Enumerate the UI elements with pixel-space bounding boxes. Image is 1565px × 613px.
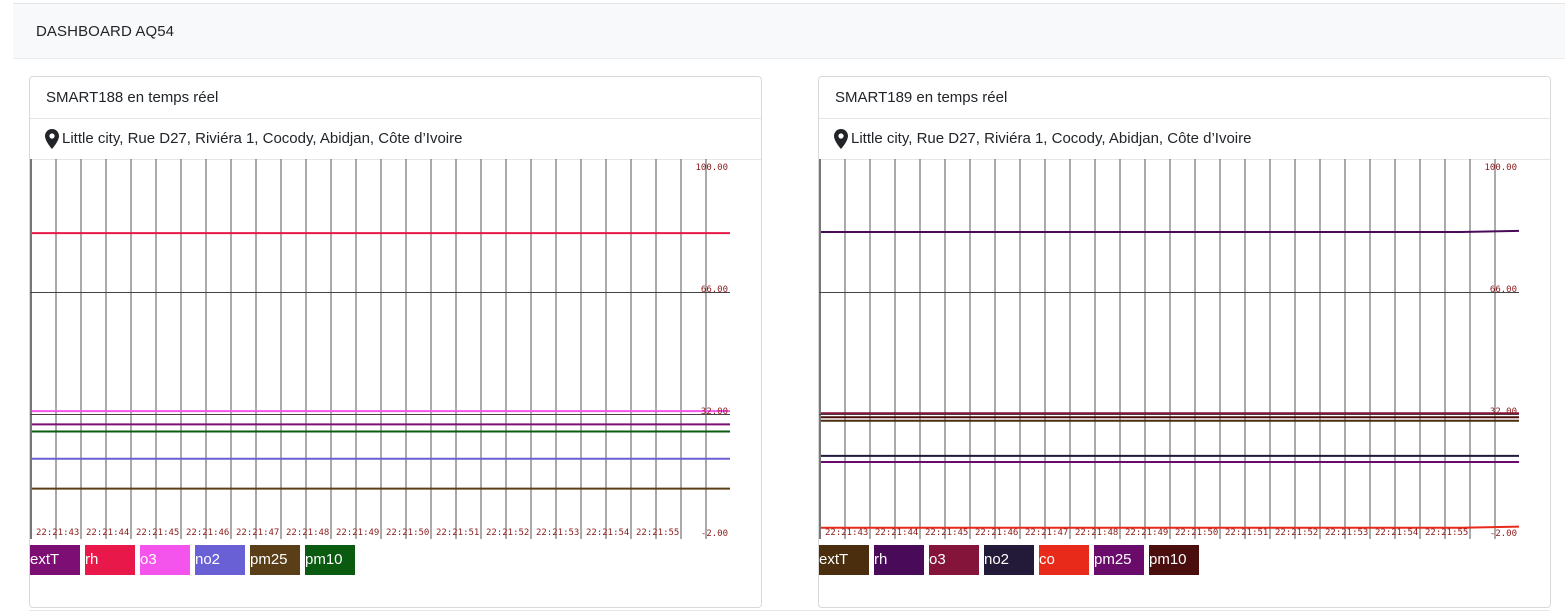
y-tick-label: -2.00 [701, 529, 728, 539]
x-tick-label: 22:21:55 [1425, 528, 1468, 538]
legend-item-no2[interactable]: no2 [984, 545, 1034, 575]
navbar-brand[interactable]: DASHBOARD AQ54 [36, 23, 174, 40]
legend-item-co[interactable]: co [1039, 545, 1089, 575]
y-tick-label: -2.00 [1490, 529, 1517, 539]
x-tick-label: 22:21:49 [1125, 528, 1168, 538]
series-line-rh [821, 229, 1519, 233]
location-row: Little city, Rue D27, Riviéra 1, Cocody,… [819, 119, 1550, 160]
legend-item-pm10[interactable]: pm10 [305, 545, 355, 575]
card-header: SMART189 en temps réel [819, 77, 1550, 119]
location-address: Little city, Rue D27, Riviéra 1, Cocody,… [62, 130, 463, 147]
legend-item-extT[interactable]: extT [30, 545, 80, 575]
x-tick-label: 22:21:48 [286, 528, 329, 538]
x-tick-label: 22:21:44 [875, 528, 918, 538]
legend-item-pm25[interactable]: pm25 [1094, 545, 1144, 575]
x-tick-label: 22:21:52 [1275, 528, 1318, 538]
x-tick-label: 22:21:43 [36, 528, 79, 538]
map-marker-icon [45, 129, 59, 149]
x-tick-label: 22:21:53 [1325, 528, 1368, 538]
sensor-card-smart188: SMART188 en temps réel Little city, Rue … [29, 76, 762, 608]
card-header: SMART188 en temps réel [30, 77, 761, 119]
y-tick-label: 32.00 [1490, 407, 1517, 417]
navbar: DASHBOARD AQ54 [13, 3, 1565, 59]
x-tick-label: 22:21:53 [536, 528, 579, 538]
map-marker-icon [834, 129, 848, 149]
x-tick-label: 22:21:51 [436, 528, 479, 538]
card-title: SMART188 en temps réel [46, 89, 219, 106]
card-title: SMART189 en temps réel [835, 89, 1008, 106]
x-tick-label: 22:21:51 [1225, 528, 1268, 538]
y-tick-label: 66.00 [1490, 285, 1517, 295]
x-tick-label: 22:21:48 [1075, 528, 1118, 538]
x-tick-label: 22:21:52 [486, 528, 529, 538]
legend-item-o3[interactable]: o3 [140, 545, 190, 575]
y-tick-label: 100.00 [1484, 163, 1517, 173]
location-address: Little city, Rue D27, Riviéra 1, Cocody,… [851, 130, 1252, 147]
x-tick-label: 22:21:45 [136, 528, 179, 538]
x-tick-label: 22:21:50 [1175, 528, 1218, 538]
realtime-chart: 100.00 66.00 32.00 -2.00 22:21:43 22:21:44 22:… [30, 159, 730, 539]
legend-item-pm10[interactable]: pm10 [1149, 545, 1199, 575]
x-tick-label: 22:21:54 [1375, 528, 1418, 538]
location-row: Little city, Rue D27, Riviéra 1, Cocody,… [30, 119, 761, 160]
x-tick-label: 22:21:50 [386, 528, 429, 538]
legend-item-o3[interactable]: o3 [929, 545, 979, 575]
x-tick-label: 22:21:43 [825, 528, 868, 538]
legend-item-rh[interactable]: rh [874, 545, 924, 575]
x-tick-label: 22:21:47 [236, 528, 279, 538]
x-tick-label: 22:21:46 [975, 528, 1018, 538]
y-tick-label: 32.00 [701, 407, 728, 417]
y-tick-label: 100.00 [695, 163, 728, 173]
x-tick-label: 22:21:49 [336, 528, 379, 538]
legend-item-extT[interactable]: extT [819, 545, 869, 575]
sensor-card-smart189: SMART189 en temps réel Little city, Rue … [818, 76, 1551, 608]
legend-item-pm25[interactable]: pm25 [250, 545, 300, 575]
legend-item-no2[interactable]: no2 [195, 545, 245, 575]
y-tick-label: 66.00 [701, 285, 728, 295]
x-tick-label: 22:21:45 [925, 528, 968, 538]
realtime-chart: 100.00 66.00 32.00 -2.00 22:21:43 22:21:44 22:… [819, 159, 1519, 539]
x-tick-label: 22:21:46 [186, 528, 229, 538]
x-tick-label: 22:21:55 [636, 528, 679, 538]
legend-item-rh[interactable]: rh [85, 545, 135, 575]
x-tick-label: 22:21:44 [86, 528, 129, 538]
x-tick-label: 22:21:54 [586, 528, 629, 538]
x-tick-label: 22:21:47 [1025, 528, 1068, 538]
footer-divider [29, 610, 1549, 611]
